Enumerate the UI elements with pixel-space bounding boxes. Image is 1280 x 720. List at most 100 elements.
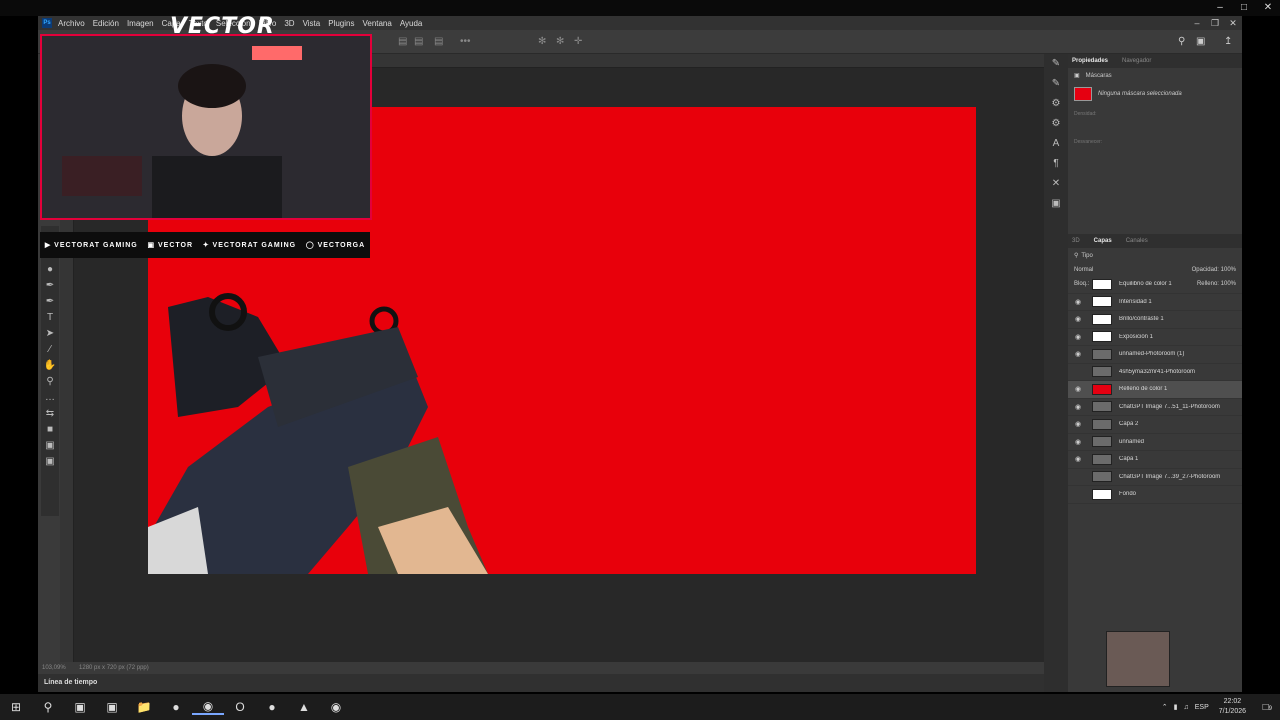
search-taskbar-icon[interactable]: ⚲ — [32, 700, 64, 714]
file-explorer-icon[interactable]: 📁 — [128, 700, 160, 714]
screen-mode-icon[interactable]: ▣ — [45, 454, 54, 470]
fill-color-swatch[interactable] — [1074, 87, 1092, 101]
layer-name[interactable]: Exposición 1 — [1119, 334, 1153, 340]
menu-vista[interactable]: Vista — [303, 19, 321, 28]
tab-navegador[interactable]: Navegador — [1122, 58, 1151, 64]
foreground-color-swatch[interactable]: ■ — [47, 422, 53, 438]
layer-row[interactable]: ChatGPT Image 7...39_27-Photoroom — [1068, 469, 1242, 486]
visibility-eye-icon[interactable]: ◉ — [1072, 298, 1084, 306]
brush-settings-icon[interactable]: ✎ — [1044, 74, 1068, 94]
3d-pan-icon[interactable]: ✛ — [574, 36, 582, 47]
visibility-eye-icon[interactable]: ◉ — [1072, 333, 1084, 341]
burn-tool-icon[interactable]: ● — [47, 262, 53, 278]
layer-filter-select[interactable]: Tipo — [1081, 253, 1092, 259]
start-icon[interactable]: ⊞ — [0, 700, 32, 714]
layer-name[interactable]: Capa 1 — [1119, 456, 1138, 462]
notifications-icon[interactable]: □9 — [1263, 702, 1272, 713]
paragraph-icon[interactable]: ¶ — [1044, 154, 1068, 174]
chevron-up-icon[interactable]: ⌃ — [1162, 703, 1168, 711]
history-icon[interactable]: ✎ — [1044, 54, 1068, 74]
tools-icon[interactable]: ✕ — [1044, 174, 1068, 194]
workspace-icon[interactable]: ▣ — [1196, 36, 1205, 47]
minimize-icon[interactable]: – — [1208, 0, 1232, 16]
layer-row[interactable]: ◉ Intensidad 1 — [1068, 294, 1242, 311]
menu-imagen[interactable]: Imagen — [127, 19, 154, 28]
app-minimize-icon[interactable]: – — [1188, 16, 1206, 30]
opera-icon[interactable]: O — [224, 700, 256, 714]
layer-row[interactable]: ◉ Capa 2 — [1068, 416, 1242, 434]
layer-name[interactable]: Intensidad 1 — [1119, 299, 1152, 305]
blend-mode-select[interactable]: Normal — [1074, 267, 1093, 273]
discord-icon[interactable]: ● — [160, 700, 192, 714]
spotify-icon[interactable]: ● — [256, 700, 288, 714]
density-slider[interactable]: Densidad: — [1074, 111, 1236, 119]
layer-row[interactable]: ◉ unnamed — [1068, 434, 1242, 451]
layer-row[interactable]: ◉ unnamed-Photoroom (1) — [1068, 346, 1242, 364]
layer-name[interactable]: Brillo/contraste 1 — [1119, 316, 1164, 322]
tab-3d[interactable]: 3D — [1072, 238, 1080, 244]
adjustments-icon[interactable]: ⚙ — [1044, 94, 1068, 114]
pen-tool-icon[interactable]: ✒ — [46, 294, 54, 310]
more-tools-icon[interactable]: … — [45, 390, 55, 406]
layer-name[interactable]: Equilibrio de color 1 — [1119, 281, 1172, 287]
menu-ayuda[interactable]: Ayuda — [400, 19, 423, 28]
opacity-value[interactable]: 100% — [1221, 267, 1236, 273]
mic-icon[interactable]: ▮ — [1174, 703, 1178, 711]
align-center-icon[interactable]: ▤ — [414, 36, 423, 47]
line-tool-icon[interactable]: ∕ — [49, 342, 51, 358]
more-options-icon[interactable]: ••• — [460, 36, 471, 47]
layer-row[interactable]: ◉ Exposición 1 — [1068, 329, 1242, 346]
visibility-eye-icon[interactable]: ◉ — [1072, 403, 1084, 411]
tab-canales[interactable]: Canales — [1126, 238, 1148, 244]
3d-mode-icon[interactable]: ✻ — [538, 36, 546, 47]
layer-row[interactable]: ◉ Brillo/contraste 1 — [1068, 311, 1242, 329]
menu-archivo[interactable]: Archivo — [58, 19, 85, 28]
type-tool-icon[interactable]: T — [47, 310, 53, 326]
tab-propiedades[interactable]: Propiedades — [1072, 58, 1108, 64]
layer-name[interactable]: ChatGPT Image 7...39_27-Photoroom — [1119, 474, 1220, 480]
clock[interactable]: 22:02 7/1/2026 — [1219, 697, 1246, 717]
pen-tool-icon[interactable]: ✒ — [46, 278, 54, 294]
layer-name[interactable]: Relleno de color 1 — [1119, 386, 1167, 392]
feather-slider[interactable]: Desvanecer: — [1074, 139, 1236, 147]
visibility-eye-icon[interactable]: ◉ — [1072, 350, 1084, 358]
app-close-icon[interactable]: ✕ — [1224, 16, 1242, 30]
visibility-eye-icon[interactable]: ◉ — [1072, 455, 1084, 463]
layer-row[interactable]: Fondo — [1068, 486, 1242, 504]
layer-row[interactable]: 4sh5yma32mr41-Photoroom — [1068, 364, 1242, 381]
steam-icon[interactable]: ◉ — [192, 699, 224, 715]
timeline-label[interactable]: Línea de tiempo — [44, 679, 97, 686]
tab-capas[interactable]: Capas — [1094, 238, 1112, 244]
zoom-tool-icon[interactable]: ⚲ — [46, 374, 53, 390]
layer-row[interactable]: ◉ Relleno de color 1 — [1068, 381, 1242, 399]
menu-3d[interactable]: 3D — [284, 19, 294, 28]
layer-name[interactable]: unnamed — [1119, 439, 1144, 445]
visibility-eye-icon[interactable]: ◉ — [1072, 438, 1084, 446]
hand-tool-icon[interactable]: ✋ — [44, 358, 56, 374]
zoom-level[interactable]: 103,09% — [42, 665, 66, 671]
layer-row[interactable]: ◉ Capa 1 — [1068, 451, 1242, 469]
search-icon[interactable]: ⚲ — [1178, 36, 1185, 47]
quick-mask-icon[interactable]: ▣ — [45, 438, 54, 454]
share-icon[interactable]: ↥ — [1224, 36, 1232, 47]
visibility-eye-icon[interactable]: ◉ — [1072, 385, 1084, 393]
glyphs-icon[interactable]: ⚙ — [1044, 114, 1068, 134]
layer-name[interactable]: ChatGPT Image 7...51_11-Photoroom — [1119, 404, 1220, 410]
brave-icon[interactable]: ▲ — [288, 700, 320, 714]
visibility-eye-icon[interactable]: ◉ — [1072, 420, 1084, 428]
maximize-icon[interactable]: □ — [1232, 0, 1256, 16]
align-right-icon[interactable]: ▤ — [434, 36, 443, 47]
layer-row[interactable]: Equilibrio de color 1 — [1068, 276, 1242, 294]
app-restore-icon[interactable]: ❐ — [1206, 16, 1224, 30]
layer-name[interactable]: Capa 2 — [1119, 421, 1138, 427]
app2-icon[interactable]: ◉ — [320, 700, 352, 714]
align-left-icon[interactable]: ▤ — [398, 36, 407, 47]
lang-indicator[interactable]: ESP — [1195, 704, 1209, 711]
layer-name[interactable]: Fondo — [1119, 491, 1136, 497]
libraries-icon[interactable]: ▣ — [1044, 194, 1068, 214]
3d-rotate-icon[interactable]: ✻ — [556, 36, 564, 47]
menu-ventana[interactable]: Ventana — [362, 19, 391, 28]
menu-edicion[interactable]: Edición — [93, 19, 119, 28]
layer-name[interactable]: unnamed-Photoroom (1) — [1119, 351, 1184, 357]
swap-colors-icon[interactable]: ⇆ — [46, 406, 54, 422]
